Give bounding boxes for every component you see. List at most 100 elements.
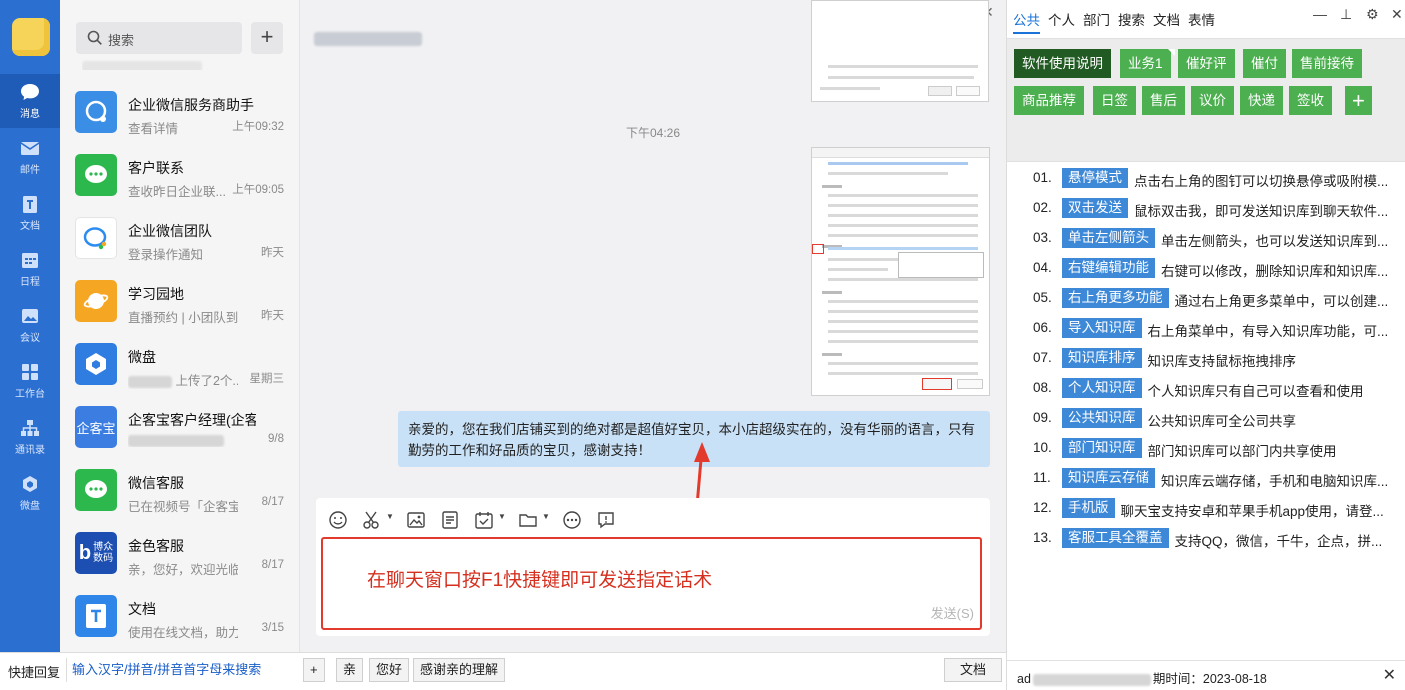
screenshot-image[interactable] bbox=[811, 0, 989, 102]
screenshot-image[interactable] bbox=[811, 147, 990, 396]
knowledge-item[interactable]: 01. 悬停模式 点击右上角的图钉可以切换悬停或吸附模... bbox=[1033, 164, 1405, 194]
add-button[interactable]: + bbox=[251, 22, 283, 54]
category-button[interactable]: 催好评 bbox=[1178, 49, 1235, 78]
tab-personal[interactable]: 个人 bbox=[1048, 9, 1075, 32]
list-item[interactable]: 文档 使用在线文档，助力... 3/15 bbox=[60, 585, 299, 648]
knowledge-item-number: 04. bbox=[1033, 260, 1052, 275]
knowledge-item[interactable]: 13. 客服工具全覆盖 支持QQ，微信，千牛，企点，拼... bbox=[1033, 524, 1405, 554]
knowledge-item-tag[interactable]: 单击左侧箭头 bbox=[1062, 228, 1155, 248]
phrase-button[interactable]: 感谢亲的理解 bbox=[413, 658, 506, 682]
knowledge-item-tag[interactable]: 导入知识库 bbox=[1062, 318, 1142, 338]
category-button[interactable]: 商品推荐 bbox=[1014, 86, 1084, 115]
more-icon[interactable] bbox=[562, 510, 582, 530]
knowledge-item-tag[interactable]: 公共知识库 bbox=[1062, 408, 1142, 428]
image-icon[interactable] bbox=[406, 510, 426, 530]
folder-icon[interactable] bbox=[518, 510, 538, 530]
knowledge-item[interactable]: 06. 导入知识库 右上角菜单中，有导入知识库功能，可... bbox=[1033, 314, 1405, 344]
quick-reply-search[interactable]: 输入汉字/拼音/拼音首字母来搜索 bbox=[66, 658, 294, 682]
category-button[interactable]: 业务1 bbox=[1120, 49, 1171, 78]
chevron-down-icon[interactable]: ▼ bbox=[498, 512, 506, 521]
knowledge-item-tag[interactable]: 个人知识库 bbox=[1062, 378, 1142, 398]
knowledge-item-tag[interactable]: 知识库排序 bbox=[1062, 348, 1142, 368]
category-button[interactable]: 议价 bbox=[1191, 86, 1234, 115]
list-item[interactable]: 企业微信服务商助手 查看详情 上午09:32 bbox=[60, 81, 299, 144]
quick-reply-label[interactable]: 快捷回复 bbox=[8, 662, 60, 681]
category-button[interactable]: 售前接待 bbox=[1292, 49, 1362, 78]
knowledge-item-tag[interactable]: 右键编辑功能 bbox=[1062, 258, 1155, 278]
phrase-button[interactable]: 您好 bbox=[369, 658, 410, 682]
knowledge-item[interactable]: 03. 单击左侧箭头 单击左侧箭头，也可以发送知识库到... bbox=[1033, 224, 1405, 254]
conversation-preview: 使用在线文档，助力... bbox=[128, 626, 238, 640]
rail-item-contacts[interactable]: 通讯录 bbox=[0, 410, 60, 464]
app-logo[interactable] bbox=[12, 18, 50, 56]
list-item[interactable]: 微信客服 已在视频号「企客宝... 8/17 bbox=[60, 459, 299, 522]
knowledge-item[interactable]: 08. 个人知识库 个人知识库只有自己可以查看和使用 bbox=[1033, 374, 1405, 404]
knowledge-item-tag[interactable]: 客服工具全覆盖 bbox=[1062, 528, 1169, 548]
category-button[interactable]: 催付 bbox=[1243, 49, 1286, 78]
settings-icon[interactable]: ⚙ bbox=[1366, 6, 1379, 23]
list-item[interactable]: 企业微信团队 登录操作通知 昨天 bbox=[60, 207, 299, 270]
knowledge-item-tag[interactable]: 右上角更多功能 bbox=[1062, 288, 1169, 308]
rail-item-messages[interactable]: 消息 bbox=[0, 74, 60, 128]
knowledge-item-tag[interactable]: 悬停模式 bbox=[1062, 168, 1128, 188]
scissors-icon[interactable] bbox=[362, 510, 382, 530]
knowledge-item[interactable]: 07. 知识库排序 知识库支持鼠标拖拽排序 bbox=[1033, 344, 1405, 374]
emoji-icon[interactable] bbox=[328, 510, 348, 530]
rail-item-mail[interactable]: 邮件 bbox=[0, 130, 60, 184]
category-button[interactable]: 日签 bbox=[1093, 86, 1136, 115]
rail-item-meeting[interactable]: 会议 bbox=[0, 298, 60, 352]
knowledge-item[interactable]: 11. 知识库云存储 知识库云端存储，手机和电脑知识库... bbox=[1033, 464, 1405, 494]
chevron-down-icon[interactable]: ▼ bbox=[386, 512, 394, 521]
feedback-icon[interactable] bbox=[596, 510, 616, 530]
knowledge-item-number: 08. bbox=[1033, 380, 1052, 395]
chevron-down-icon[interactable]: ▼ bbox=[542, 512, 550, 521]
pin-icon[interactable]: ⊥ bbox=[1340, 6, 1352, 23]
list-item[interactable]: 学习园地 直播预约 | 小团队到... 昨天 bbox=[60, 270, 299, 333]
minimize-button[interactable]: — bbox=[1313, 6, 1327, 22]
apps-grid-icon bbox=[22, 364, 38, 380]
knowledge-item[interactable]: 12. 手机版 聊天宝支持安卓和苹果手机app使用，请登... bbox=[1033, 494, 1405, 524]
category-button[interactable]: 售后 bbox=[1142, 86, 1185, 115]
tab-docs[interactable]: 文档 bbox=[1153, 9, 1180, 32]
rail-label: 消息 bbox=[20, 109, 40, 120]
list-item[interactable]: 微盘 上传了2个... 星期三 bbox=[60, 333, 299, 396]
message-input[interactable]: 在聊天窗口按F1快捷键即可发送指定话术 发送(S) bbox=[321, 537, 982, 630]
list-item[interactable]: b博众数码 金色客服 亲，您好，欢迎光临... 8/17 bbox=[60, 522, 299, 585]
knowledge-item-tag[interactable]: 手机版 bbox=[1062, 498, 1115, 518]
knowledge-item[interactable]: 02. 双击发送 鼠标双击我，即可发送知识库到聊天软件... bbox=[1033, 194, 1405, 224]
rail-item-docs[interactable]: 文档 bbox=[0, 186, 60, 240]
task-icon[interactable] bbox=[474, 510, 494, 530]
rail-item-workbench[interactable]: 工作台 bbox=[0, 354, 60, 408]
category-button[interactable]: 快递 bbox=[1240, 86, 1283, 115]
list-item[interactable]: 企客宝 企客宝客户经理(企客... 9/8 bbox=[60, 396, 299, 459]
phrase-button[interactable]: 亲 bbox=[336, 658, 364, 682]
category-button[interactable]: 软件使用说明 bbox=[1014, 49, 1111, 78]
knowledge-item-tag[interactable]: 知识库云存储 bbox=[1062, 468, 1155, 488]
tab-department[interactable]: 部门 bbox=[1083, 9, 1110, 32]
close-button[interactable]: ✕ bbox=[1391, 6, 1403, 23]
conversation-time: 昨天 bbox=[261, 247, 284, 259]
tab-search[interactable]: 搜索 bbox=[1118, 9, 1145, 32]
docs-button[interactable]: 文档 bbox=[944, 658, 1002, 682]
add-phrase-button[interactable]: + bbox=[303, 658, 325, 682]
tab-emoji[interactable]: 表情 bbox=[1188, 9, 1215, 32]
notes-icon[interactable] bbox=[440, 510, 460, 530]
send-button[interactable]: 发送(S) bbox=[931, 603, 974, 622]
knowledge-item[interactable]: 09. 公共知识库 公共知识库可全公司共享 bbox=[1033, 404, 1405, 434]
rail-item-calendar[interactable]: 日程 bbox=[0, 242, 60, 296]
knowledge-item-text: 知识库云端存储，手机和电脑知识库... bbox=[1161, 474, 1389, 489]
add-category-button[interactable]: + bbox=[1345, 86, 1372, 115]
rail-item-drive[interactable]: 微盘 bbox=[0, 466, 60, 520]
list-item[interactable]: 客户联系 查收昨日企业联... 上午09:05 bbox=[60, 144, 299, 207]
tab-public[interactable]: 公共 bbox=[1013, 9, 1040, 34]
search-input[interactable]: 搜索 bbox=[76, 22, 242, 54]
knowledge-item[interactable]: 04. 右键编辑功能 右键可以修改，删除知识库和知识库... bbox=[1033, 254, 1405, 284]
knowledge-item-number: 07. bbox=[1033, 350, 1052, 365]
knowledge-item-tag[interactable]: 双击发送 bbox=[1062, 198, 1128, 218]
knowledge-item-tag[interactable]: 部门知识库 bbox=[1062, 438, 1142, 458]
knowledge-item[interactable]: 05. 右上角更多功能 通过右上角更多菜单中，可以创建... bbox=[1033, 284, 1405, 314]
knowledge-item[interactable]: 10. 部门知识库 部门知识库可以部门内共享使用 bbox=[1033, 434, 1405, 464]
avatar bbox=[75, 280, 117, 322]
category-button[interactable]: 签收 bbox=[1289, 86, 1332, 115]
close-icon[interactable]: ✕ bbox=[1383, 665, 1396, 685]
